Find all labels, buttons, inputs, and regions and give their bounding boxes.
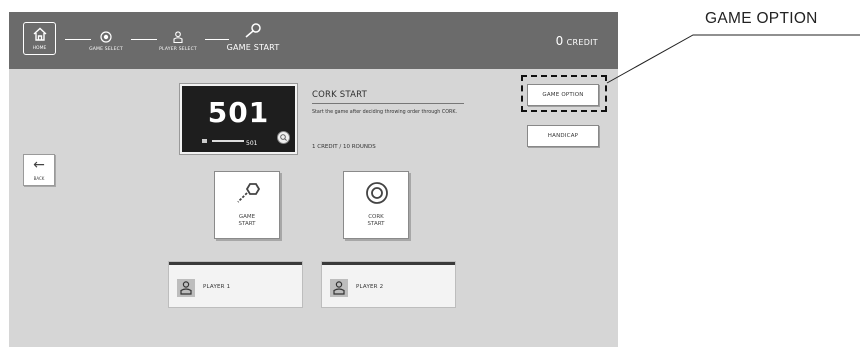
callout-label: GAME OPTION [705,10,818,27]
callout-leader-line [606,34,860,84]
